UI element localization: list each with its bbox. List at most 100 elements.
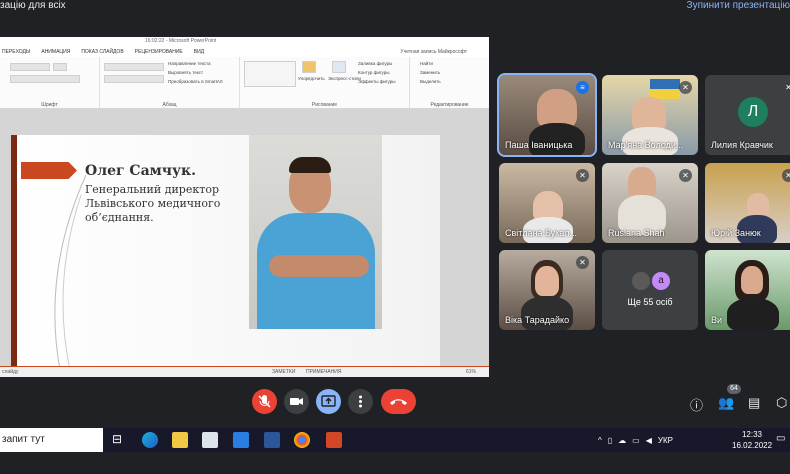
slide-canvas: Олег Самчук. Генеральний директор Львівс… [0, 109, 489, 374]
presenting-notice: зацію для всіх [0, 0, 66, 11]
participant-name: Ruslana Shah [608, 228, 665, 238]
notifications-icon[interactable]: ▭ [776, 433, 785, 444]
mic-off-icon: ✕ [576, 169, 589, 182]
task-view-icon[interactable]: ⊟ [112, 432, 122, 446]
more-participants-label: Ще 55 осіб [627, 297, 673, 307]
arrange-button[interactable]: Упорядочить [298, 76, 325, 81]
tray-phone-icon[interactable]: ▯ [608, 436, 612, 445]
align-buttons[interactable] [104, 75, 164, 83]
find-button[interactable]: Найти [420, 61, 433, 66]
tab-review[interactable]: РЕЦЕНЗИРОВАНИЕ [135, 49, 183, 55]
notes-button[interactable]: ЗАМЕТКИ [272, 369, 295, 375]
slide-decorative-lines [54, 175, 87, 374]
shape-effects-button[interactable]: Эффекты фигуры [358, 79, 396, 84]
chat-icon[interactable]: ▤ [748, 395, 760, 411]
edge-icon[interactable] [142, 432, 158, 448]
word-icon[interactable] [264, 432, 280, 448]
bottom-strip [0, 452, 790, 474]
replace-button[interactable]: Заменить [420, 70, 440, 75]
arrange-icon[interactable] [302, 61, 316, 73]
text-direction-button[interactable]: Направление текста [168, 61, 211, 66]
ribbon-group-editing: Найти Заменить Выделить Редактирование [410, 57, 489, 109]
tray-language[interactable]: УКР [658, 436, 673, 445]
present-button[interactable] [316, 389, 341, 414]
participant-tile[interactable]: ✕ Віка Тарадайко [499, 250, 595, 330]
quick-styles-button[interactable]: Экспресс-стили [328, 76, 361, 81]
mail-icon[interactable] [233, 432, 249, 448]
clock-time: 12:33 [741, 430, 763, 439]
participant-tile[interactable]: Л ✕ Лилия Кравчик [705, 75, 790, 155]
chrome-icon[interactable] [294, 432, 310, 448]
photo-hair [289, 157, 331, 173]
status-slide-label: слайду [2, 369, 19, 375]
slide-person-name: Олег Самчук. [85, 163, 196, 179]
font-size-box[interactable] [53, 63, 67, 71]
tray-overflow-icon[interactable]: ^ [598, 436, 602, 445]
flag-blue [650, 79, 680, 89]
tab-transitions[interactable]: ПЕРЕХОДЫ [2, 49, 30, 55]
ribbon-group-font: Шрифт [0, 57, 100, 109]
participant-tile[interactable]: ✕ Мар'яна Володи... [602, 75, 698, 155]
tray-volume-icon[interactable]: ◀ [646, 436, 652, 445]
people-count-badge: 64 [727, 384, 741, 394]
tray-network-icon[interactable]: ▭ [632, 436, 640, 445]
store-icon[interactable] [202, 432, 218, 448]
taskbar-search-input[interactable]: запит тут [0, 428, 103, 452]
participant-face [535, 266, 559, 296]
participant-tile-overflow[interactable]: a Ще 55 осіб [602, 250, 698, 330]
group-label-paragraph: Абзац [162, 102, 177, 108]
participant-name: Лилия Кравчик [711, 140, 773, 150]
tray-onedrive-icon[interactable]: ☁ [618, 436, 626, 445]
zoom-level[interactable]: 61% [466, 369, 476, 375]
group-label-drawing: Рисование [311, 102, 338, 108]
mic-off-icon: ✕ [782, 169, 790, 182]
file-explorer-icon[interactable] [172, 432, 188, 448]
tab-animation[interactable]: АНИМАЦИЯ [41, 49, 70, 55]
clock-date: 16.02.2022 [732, 441, 773, 450]
list-buttons[interactable] [104, 63, 164, 71]
group-label-editing: Редактирование [430, 102, 469, 108]
quick-styles-icon[interactable] [332, 61, 346, 73]
photo-arms [269, 255, 369, 277]
group-label-font: Шрифт [41, 102, 58, 108]
select-button[interactable]: Выделить [420, 79, 441, 84]
participant-body [529, 123, 585, 155]
participant-tile[interactable]: ✕ Ruslana Shah [602, 163, 698, 243]
people-icon[interactable]: 👥 [718, 395, 734, 411]
tab-view[interactable]: ВИД [194, 49, 204, 55]
shared-powerpoint-window: 16:02:22 - Microsoft PowerPoint ? – □ ✕ … [0, 37, 489, 377]
mic-off-icon: ✕ [679, 169, 692, 182]
more-options-button[interactable] [348, 389, 373, 414]
participant-tile-self[interactable]: Ви [705, 250, 790, 330]
powerpoint-icon[interactable] [326, 432, 342, 448]
slide-portrait-photo [249, 135, 382, 329]
mic-toggle-button[interactable] [252, 389, 277, 414]
leave-call-button[interactable] [381, 389, 416, 414]
font-format-buttons[interactable] [10, 75, 80, 83]
participant-tile[interactable]: ≡ Паша Іваницька [497, 73, 597, 157]
ppt-status-bar: слайду ЗАМЕТКИ ПРИМЕЧАНИЯ 61% [0, 367, 489, 377]
participant-tile[interactable]: ✕ Юрій Занюк [705, 163, 790, 243]
shapes-gallery[interactable] [244, 61, 296, 87]
smartart-button[interactable]: Преобразовать в SmartArt [168, 79, 223, 84]
camera-toggle-button[interactable] [284, 389, 309, 414]
font-name-box[interactable] [10, 63, 50, 71]
participant-name: Віка Тарадайко [505, 315, 570, 325]
participant-body [727, 298, 779, 330]
slide-person-role: Генеральний директор Львівського медично… [85, 183, 221, 224]
ribbon-group-drawing: Упорядочить Экспресс-стили Заливка фигур… [240, 57, 410, 109]
activities-icon[interactable]: ⬡ [776, 395, 787, 411]
meeting-details-icon[interactable]: ⓘ [690, 395, 703, 414]
present-icon [321, 395, 336, 407]
tab-slideshow[interactable]: ПОКАЗ СЛАЙДОВ [81, 49, 123, 55]
ppt-user-account[interactable]: Учетная запись Майкрософт [400, 49, 467, 55]
shape-fill-button[interactable]: Заливка фигуры [358, 61, 392, 66]
comments-button[interactable]: ПРИМЕЧАНИЯ [306, 369, 342, 375]
stop-presenting-link[interactable]: Зупинити презентацію [687, 0, 790, 11]
participant-tile[interactable]: ✕ Світлана Букал... [499, 163, 595, 243]
mic-off-icon [258, 395, 271, 408]
align-text-button[interactable]: Выровнять текст [168, 70, 203, 75]
more-vert-icon [359, 395, 362, 408]
shape-outline-button[interactable]: Контур фигуры [358, 70, 389, 75]
taskbar-clock[interactable]: 12:33 16.02.2022 [732, 429, 772, 451]
